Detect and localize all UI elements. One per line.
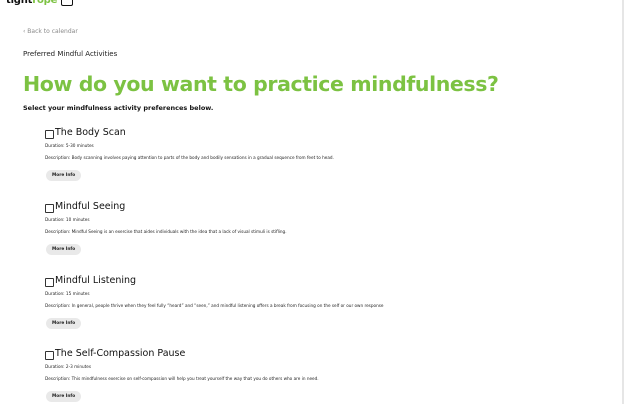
- page: tightrope ‹ Back to calendar Preferred M…: [0, 0, 624, 404]
- activity-title-row: Mindful Seeing: [45, 200, 585, 214]
- activity-description: Description: This mindfulness exercise o…: [45, 376, 319, 381]
- activity-title: The Body Scan: [55, 127, 126, 138]
- activity-description: Description: Body scanning involves payi…: [45, 155, 334, 160]
- logo-box-icon: [61, 0, 74, 6]
- activity-duration: Duration: 10 minutes: [45, 217, 90, 222]
- activity-duration: Duration: 15 minutes: [45, 291, 90, 296]
- back-to-calendar-link[interactable]: ‹ Back to calendar: [23, 27, 78, 36]
- activity-duration: Duration: 2-3 minutes: [45, 364, 92, 369]
- activity-checkbox[interactable]: [45, 350, 54, 360]
- activity-title: The Self-Compassion Pause: [55, 348, 186, 359]
- intro-text: Select your mindfulness activity prefere…: [23, 104, 214, 112]
- more-info-button[interactable]: More Info: [46, 318, 82, 329]
- activity-title: Mindful Listening: [55, 275, 137, 286]
- activity-title-row: The Body Scan: [45, 126, 585, 140]
- activity-title: Mindful Seeing: [55, 201, 126, 212]
- logo-wordmark: tightrope: [6, 0, 58, 6]
- more-info-button[interactable]: More Info: [46, 391, 82, 402]
- activity-item-body-scan: The Body Scan Duration: 5-30 minutes Des…: [45, 126, 585, 181]
- activity-description: Description: In general, people thrive w…: [45, 303, 384, 308]
- page-title: How do you want to practice mindfulness?: [23, 72, 499, 96]
- activity-item-mindful-listening: Mindful Listening Duration: 15 minutes D…: [45, 274, 585, 329]
- activity-title-row: Mindful Listening: [45, 274, 585, 288]
- activity-checkbox[interactable]: [45, 129, 54, 139]
- activity-checkbox[interactable]: [45, 203, 54, 213]
- activity-duration: Duration: 5-30 minutes: [45, 143, 94, 148]
- more-info-button[interactable]: More Info: [46, 170, 82, 181]
- activity-description: Description: Mindful Seeing is an exerci…: [45, 229, 287, 234]
- tightrope-logo[interactable]: tightrope: [6, 0, 74, 8]
- activity-title-row: The Self-Compassion Pause: [45, 347, 585, 361]
- activity-checkbox[interactable]: [45, 277, 54, 287]
- section-label: Preferred Mindful Activities: [23, 50, 118, 58]
- more-info-button[interactable]: More Info: [46, 244, 82, 255]
- activity-item-mindful-seeing: Mindful Seeing Duration: 10 minutes Desc…: [45, 200, 585, 255]
- activity-item-self-compassion-pause: The Self-Compassion Pause Duration: 2-3 …: [45, 347, 585, 402]
